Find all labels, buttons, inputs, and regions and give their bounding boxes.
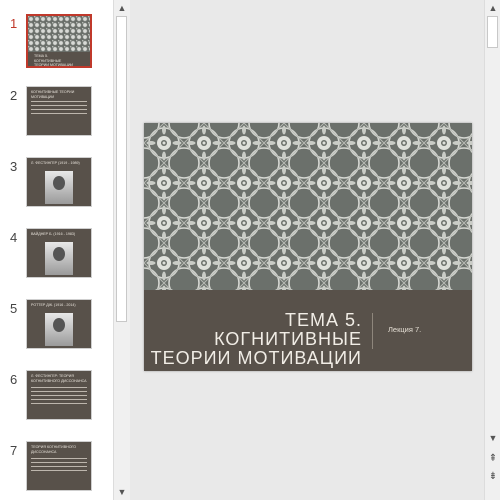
thumbnail-row-2[interactable]: 2 КОГНИТИВНЫЕ ТЕОРИИ МОТИВАЦИИ <box>0 86 113 146</box>
thumbnail-title: КОГНИТИВНЫЕ ТЕОРИИ МОТИВАЦИИ <box>31 90 75 99</box>
thumbnail-row-5[interactable]: 5 РОТТЕР ДЖ. (1916 - 2014) <box>0 299 113 359</box>
title-divider <box>372 313 373 349</box>
scrollbar-thumb[interactable] <box>116 16 127 322</box>
slide-title-line-1: ТЕМА 5. КОГНИТИВНЫЕ <box>214 310 362 349</box>
thumbnail-number: 6 <box>10 372 18 387</box>
thumbnail-number: 2 <box>10 88 18 103</box>
slide-thumbnail-3[interactable]: Л. ФЕСТИНГЕР (1919 - 1989) <box>26 157 92 207</box>
thumbnail-row-4[interactable]: 4 ВАЙДНЕР Б. (1916 - 1983) <box>0 228 113 288</box>
thumbnail-title: ВАЙДНЕР Б. (1916 - 1983) <box>31 232 76 236</box>
thumbnail-row-6[interactable]: 6 Л. ФЕСТИНГЕР: ТЕОРИЯ КОГНИТИВНОГО ДИСС… <box>0 370 113 430</box>
thumbnail-band: ТЕМА 5. КОГНИТИВНЫЕ ТЕОРИИ МОТИВАЦИИ <box>28 52 90 66</box>
thumbnail-row-1[interactable]: 1 ТЕМА 5. КОГНИТИВНЫЕ ТЕОРИИ МОТИВАЦИИ <box>0 14 113 74</box>
scroll-up-arrow-icon[interactable]: ▲ <box>114 0 130 16</box>
thumbnail-title: Л. ФЕСТИНГЕР (1919 - 1989) <box>31 161 80 165</box>
thumbnail-title: РОТТЕР ДЖ. (1916 - 2014) <box>31 303 76 307</box>
portrait-image <box>45 171 73 204</box>
thumbnail-title: ТЕОРИЯ КОГНИТИВНОГО ДИССОНАНСА <box>31 445 77 454</box>
slide-thumbnail-4[interactable]: ВАЙДНЕР Б. (1916 - 1983) <box>26 228 92 278</box>
thumbnail-number: 1 <box>10 16 18 31</box>
slide-thumbnail-7[interactable]: ТЕОРИЯ КОГНИТИВНОГО ДИССОНАНСА <box>26 441 92 491</box>
slide-thumbnail-5[interactable]: РОТТЕР ДЖ. (1916 - 2014) <box>26 299 92 349</box>
thumbnail-number: 3 <box>10 159 18 174</box>
scroll-down-arrow-icon[interactable]: ▼ <box>485 430 500 446</box>
slide-title-line-2: ТЕОРИИ МОТИВАЦИИ <box>150 348 362 368</box>
previous-slide-icon[interactable]: ⇞ <box>485 450 500 466</box>
pattern-image <box>28 16 90 52</box>
slide-thumbnail-2[interactable]: КОГНИТИВНЫЕ ТЕОРИИ МОТИВАЦИИ <box>26 86 92 136</box>
thumbnail-row-3[interactable]: 3 Л. ФЕСТИНГЕР (1919 - 1989) <box>0 157 113 217</box>
portrait-image <box>45 313 73 346</box>
slide-thumbnail-6[interactable]: Л. ФЕСТИНГЕР: ТЕОРИЯ КОГНИТИВНОГО ДИССОН… <box>26 370 92 420</box>
current-slide[interactable]: ТЕМА 5. КОГНИТИВНЫЕ ТЕОРИИ МОТИВАЦИИ Лек… <box>144 123 472 371</box>
slide-subtitle[interactable]: Лекция 7. <box>388 325 421 334</box>
next-slide-icon[interactable]: ⇟ <box>485 468 500 484</box>
thumbnail-number: 7 <box>10 443 18 458</box>
thumbnail-number: 4 <box>10 230 18 245</box>
thumbnail-number: 5 <box>10 301 18 316</box>
thumbnails-scrollbar[interactable]: ▲ ▼ <box>113 0 130 500</box>
thumbnail-title: ТЕМА 5. КОГНИТИВНЫЕ ТЕОРИИ МОТИВАЦИИ <box>34 54 74 67</box>
thumbnail-row-7[interactable]: 7 ТЕОРИЯ КОГНИТИВНОГО ДИССОНАНСА <box>0 441 113 500</box>
thumbnail-text-lines <box>31 101 87 117</box>
scrollbar-thumb[interactable] <box>487 16 498 48</box>
scroll-up-arrow-icon[interactable]: ▲ <box>485 0 500 16</box>
scroll-down-arrow-icon[interactable]: ▼ <box>114 484 130 500</box>
slide-thumbnails-panel: 1 ТЕМА 5. КОГНИТИВНЫЕ ТЕОРИИ МОТИВАЦИИ 2… <box>0 0 113 500</box>
thumbnail-text-lines <box>31 387 87 407</box>
thumbnail-text-lines <box>31 458 87 474</box>
editor-scrollbar[interactable]: ▲ ▼ ⇞ ⇟ <box>484 0 500 500</box>
slide-title[interactable]: ТЕМА 5. КОГНИТИВНЫЕ ТЕОРИИ МОТИВАЦИИ <box>144 311 362 368</box>
slide-pattern-image <box>144 123 472 290</box>
portrait-image <box>45 242 73 275</box>
thumbnail-title: Л. ФЕСТИНГЕР: ТЕОРИЯ КОГНИТИВНОГО ДИССОН… <box>31 374 87 383</box>
slide-thumbnail-1[interactable]: ТЕМА 5. КОГНИТИВНЫЕ ТЕОРИИ МОТИВАЦИИ <box>26 14 92 68</box>
